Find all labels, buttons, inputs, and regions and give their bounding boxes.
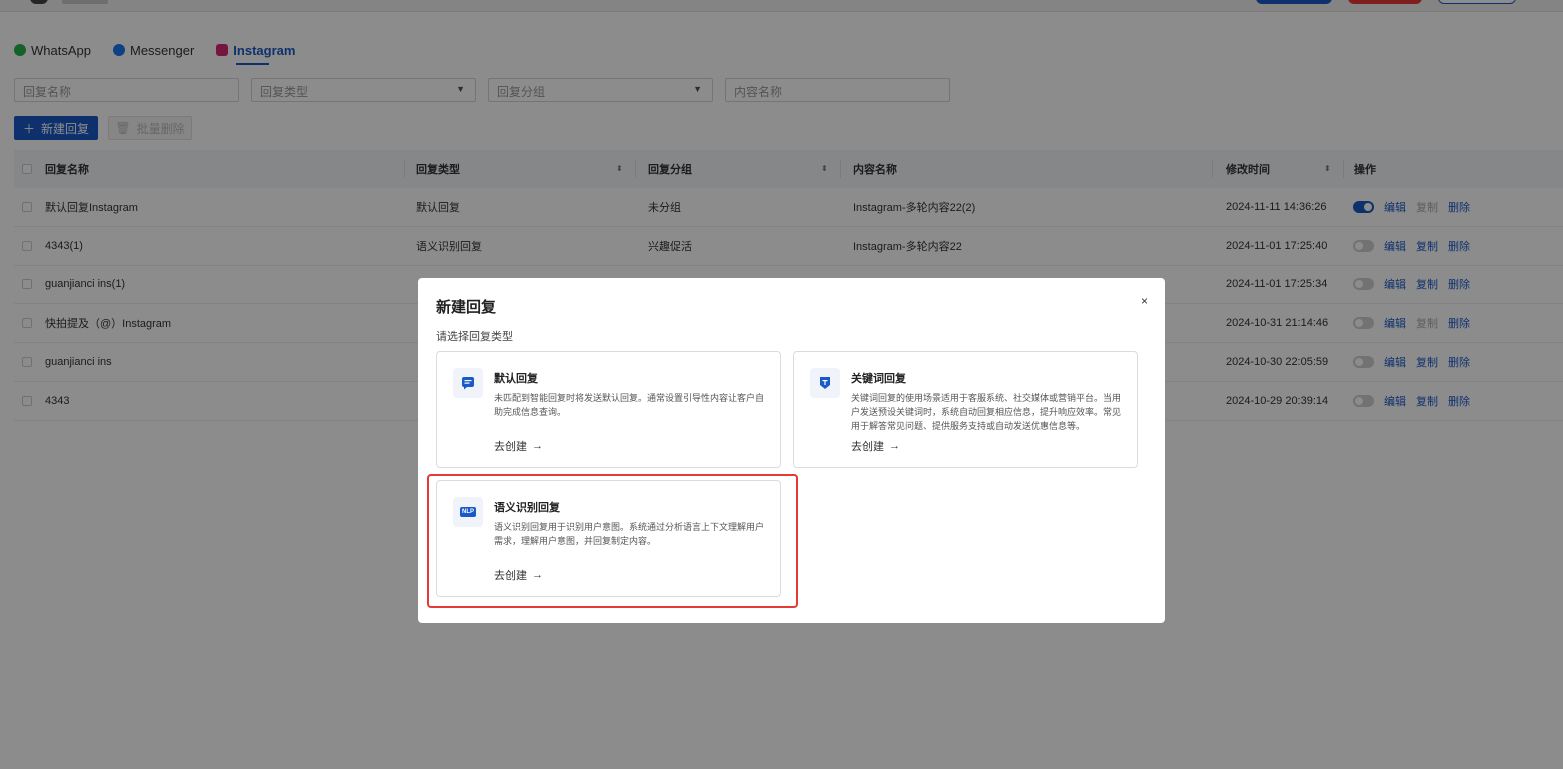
keyword-icon	[810, 368, 840, 398]
create-link[interactable]: 去创建 →	[494, 567, 543, 583]
create-link[interactable]: 去创建 →	[494, 438, 543, 454]
default-reply-card[interactable]: 默认回复 未匹配到智能回复时将发送默认回复。通常设置引导性内容让客户自助完成信息…	[436, 351, 781, 468]
card-description: 关键词回复的使用场景适用于客服系统、社交媒体或营销平台。当用户发送预设关键词时，…	[851, 393, 1122, 431]
nlp-icon: NLP	[453, 497, 483, 527]
semantic-reply-card[interactable]: NLP 语义识别回复 语义识别回复用于识别用户意图。系统通过分析语言上下文理解用…	[436, 480, 781, 597]
create-link[interactable]: 去创建 →	[851, 438, 900, 454]
modal-title: 新建回复	[436, 299, 497, 316]
arrow-right-icon: →	[889, 440, 900, 452]
chat-bubble-icon	[453, 368, 483, 398]
card-title: 关键词回复	[851, 373, 906, 385]
card-description: 语义识别回复用于识别用户意图。系统通过分析语言上下文理解用户需求，理解用户意图，…	[494, 522, 765, 546]
create-link-label: 去创建	[851, 441, 884, 453]
modal-subtitle: 请选择回复类型	[436, 331, 513, 343]
arrow-right-icon: →	[532, 440, 543, 452]
card-description: 未匹配到智能回复时将发送默认回复。通常设置引导性内容让客户自助完成信息查询。	[494, 393, 765, 417]
new-reply-modal: 新建回复 × 请选择回复类型 默认回复 未匹配到智能回复时将发送默认回复。通常设…	[418, 278, 1165, 623]
nlp-icon-text: NLP	[460, 507, 476, 517]
card-title: 语义识别回复	[494, 502, 560, 514]
keyword-reply-card[interactable]: 关键词回复 关键词回复的使用场景适用于客服系统、社交媒体或营销平台。当用户发送预…	[793, 351, 1138, 468]
create-link-label: 去创建	[494, 570, 527, 582]
arrow-right-icon: →	[532, 569, 543, 581]
card-title: 默认回复	[494, 373, 538, 385]
create-link-label: 去创建	[494, 441, 527, 453]
close-icon[interactable]: ×	[1141, 294, 1148, 308]
